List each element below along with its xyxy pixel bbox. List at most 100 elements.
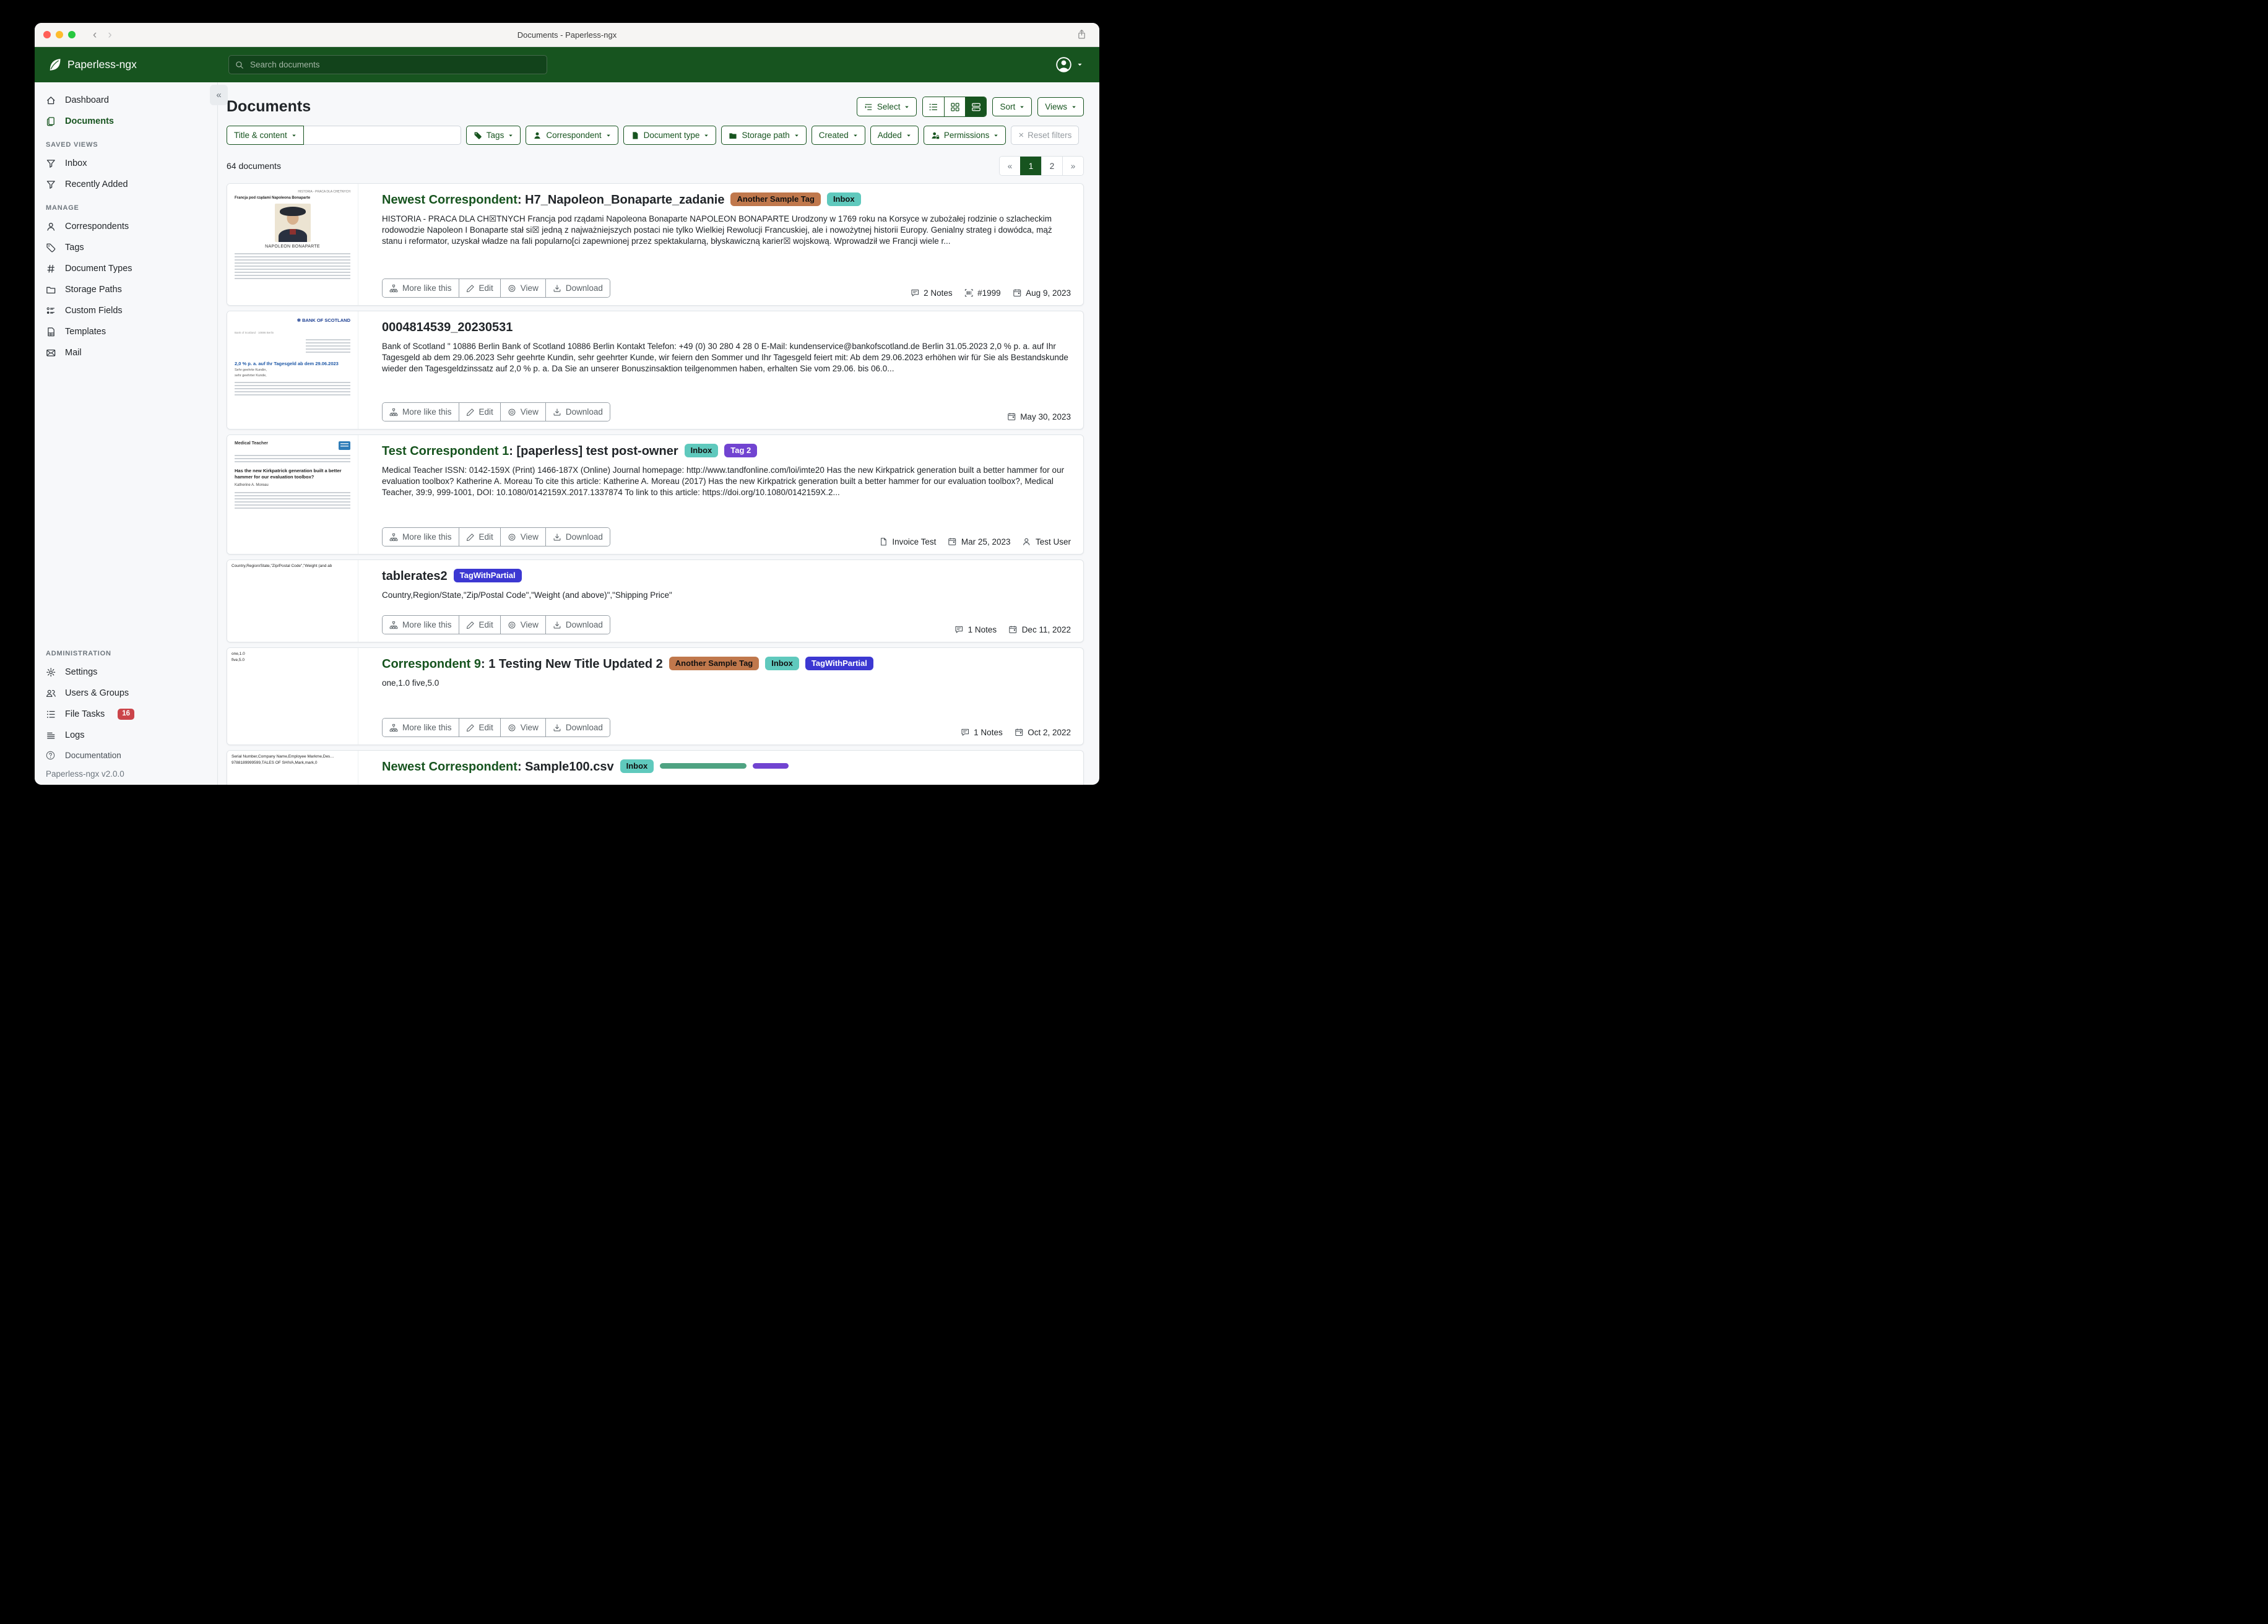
more-like-this-button[interactable]: More like this [383, 719, 459, 736]
select-button[interactable]: Select [857, 97, 917, 116]
sidebar-item-documentation[interactable]: Documentation [35, 746, 217, 764]
tag-inbox[interactable]: Inbox [765, 657, 799, 670]
more-like-this-button[interactable]: More like this [383, 403, 459, 421]
download-button[interactable]: Download [545, 528, 610, 546]
sidebar-item-settings[interactable]: Settings [35, 662, 217, 683]
filter-field-button[interactable]: Title & content [227, 126, 304, 145]
brand[interactable]: Paperless-ngx [35, 58, 215, 72]
tag-inbox[interactable]: Inbox [620, 759, 654, 773]
browser-forward-button[interactable]: › [104, 29, 115, 41]
grid-view-button[interactable] [944, 97, 965, 116]
download-button[interactable]: Download [545, 719, 610, 736]
view-button[interactable]: View [500, 719, 545, 736]
more-like-this-button[interactable]: More like this [383, 616, 459, 634]
view-button[interactable]: View [500, 403, 545, 421]
document-correspondent-link[interactable]: Correspondent 9 [382, 657, 481, 671]
document-thumbnail[interactable]: Serial Number,Company Name,Employee Mark… [227, 751, 358, 785]
tag-inbox[interactable]: Inbox [685, 444, 719, 457]
edit-button[interactable]: Edit [459, 719, 500, 736]
sidebar-item-custom-fields[interactable]: Custom Fields [35, 300, 217, 321]
tag-another-sample-tag[interactable]: Another Sample Tag [730, 192, 820, 206]
reset-filters-button[interactable]: × Reset filters [1011, 126, 1079, 145]
tag-item[interactable] [753, 763, 789, 769]
tag-tagwithpartial[interactable]: TagWithPartial [805, 657, 873, 670]
sidebar-item-file-tasks[interactable]: File Tasks16 [35, 704, 217, 725]
edit-button[interactable]: Edit [459, 279, 500, 297]
filter-storage-path-button[interactable]: Storage path [721, 126, 806, 145]
filter-created-button[interactable]: Created [812, 126, 865, 145]
filter-added-button[interactable]: Added [870, 126, 919, 145]
sidebar-item-dashboard[interactable]: Dashboard [35, 90, 217, 111]
list-view-button[interactable] [923, 97, 944, 116]
download-button[interactable]: Download [545, 616, 610, 634]
document-thumbnail[interactable]: one,1.0five,5.0 [227, 648, 358, 745]
sidebar-item-inbox[interactable]: Inbox [35, 153, 217, 174]
edit-button[interactable]: Edit [459, 528, 500, 546]
document-title-link[interactable]: H7_Napoleon_Bonaparte_zadanie [525, 193, 724, 207]
sidebar-item-label: Correspondents [65, 222, 129, 231]
thumbnail-text: one,1.0 [232, 651, 353, 657]
document-thumbnail[interactable]: HISTORIA - PRACA DLA CHĘTNYCHFrancja pod… [227, 184, 358, 305]
sidebar-item-tags[interactable]: Tags [35, 237, 217, 258]
document-correspondent-link[interactable]: Newest Correspondent [382, 193, 517, 207]
sidebar-item-logs[interactable]: Logs [35, 725, 217, 746]
document-correspondent-link[interactable]: Test Correspondent 1 [382, 444, 509, 458]
user-menu[interactable] [1055, 56, 1083, 73]
document-title-link[interactable]: 0004814539_20230531 [382, 321, 513, 334]
pagination-next[interactable]: » [1062, 157, 1083, 175]
sidebar-item-templates[interactable]: Templates [35, 321, 217, 342]
filter-correspondent-button[interactable]: Correspondent [526, 126, 618, 145]
filter-document-type-button[interactable]: Document type [623, 126, 717, 145]
sidebar-item-mail[interactable]: Mail [35, 342, 217, 363]
tag-item[interactable] [660, 763, 747, 769]
zoom-window-button[interactable] [68, 31, 76, 38]
sidebar-item-storage-paths[interactable]: Storage Paths [35, 279, 217, 300]
document-thumbnail[interactable]: ✻ BANK OF SCOTLANDBank of Scotland · 108… [227, 311, 358, 429]
edit-button[interactable]: Edit [459, 403, 500, 421]
browser-back-button[interactable]: ‹ [89, 29, 100, 41]
sidebar-item-documents[interactable]: Documents [35, 111, 217, 132]
document-title-link[interactable]: [paperless] test post-owner [516, 444, 678, 458]
filter-query-input[interactable] [304, 126, 461, 145]
sidebar-item-document-types[interactable]: Document Types [35, 258, 217, 279]
tag-inbox[interactable]: Inbox [827, 192, 861, 206]
document-thumbnail[interactable]: Country,Region/State,"Zip/Postal Code","… [227, 560, 358, 642]
document-title-link[interactable]: tablerates2 [382, 569, 448, 583]
share-icon[interactable] [1076, 29, 1087, 40]
detail-view-button[interactable] [965, 97, 986, 116]
pagination-previous[interactable]: « [1000, 157, 1020, 175]
sort-button[interactable]: Sort [992, 97, 1032, 116]
document-title-link[interactable]: Sample100.csv [525, 760, 613, 774]
sidebar-collapse-button[interactable]: « [210, 85, 228, 105]
document-thumbnail[interactable]: Medical TeacherHas the new Kirkpatrick g… [227, 435, 358, 554]
document-correspondent-link[interactable]: Newest Correspondent [382, 760, 517, 774]
chevron-down-icon [606, 133, 611, 138]
sidebar-item-correspondents[interactable]: Correspondents [35, 216, 217, 237]
minimize-window-button[interactable] [56, 31, 63, 38]
document-count: 64 documents [227, 161, 281, 171]
download-button[interactable]: Download [545, 403, 610, 421]
filter-tags-button[interactable]: Tags [466, 126, 521, 145]
filter-permissions-button[interactable]: Permissions [924, 126, 1006, 145]
view-button[interactable]: View [500, 528, 545, 546]
sidebar-item-recently-added[interactable]: Recently Added [35, 174, 217, 195]
sidebar-item-users-groups[interactable]: Users & Groups [35, 683, 217, 704]
tag-tagwithpartial[interactable]: TagWithPartial [454, 569, 522, 582]
search-input[interactable] [249, 59, 540, 70]
tag-tag-2[interactable]: Tag 2 [724, 444, 757, 457]
global-search[interactable] [228, 55, 547, 74]
more-like-this-button[interactable]: More like this [383, 528, 459, 546]
pagination-page-2[interactable]: 2 [1041, 157, 1062, 175]
more-like-this-button[interactable]: More like this [383, 279, 459, 297]
view-button[interactable]: View [500, 616, 545, 634]
download-button[interactable]: Download [545, 279, 610, 297]
more-like-this-icon [389, 723, 398, 732]
document-title-link[interactable]: 1 Testing New Title Updated 2 [488, 657, 663, 671]
pagination-page-1[interactable]: 1 [1020, 157, 1041, 175]
view-button[interactable]: View [500, 279, 545, 297]
edit-button[interactable]: Edit [459, 616, 500, 634]
edit-icon [466, 621, 475, 629]
tag-another-sample-tag[interactable]: Another Sample Tag [669, 657, 759, 670]
views-button[interactable]: Views [1037, 97, 1084, 116]
close-window-button[interactable] [43, 31, 51, 38]
